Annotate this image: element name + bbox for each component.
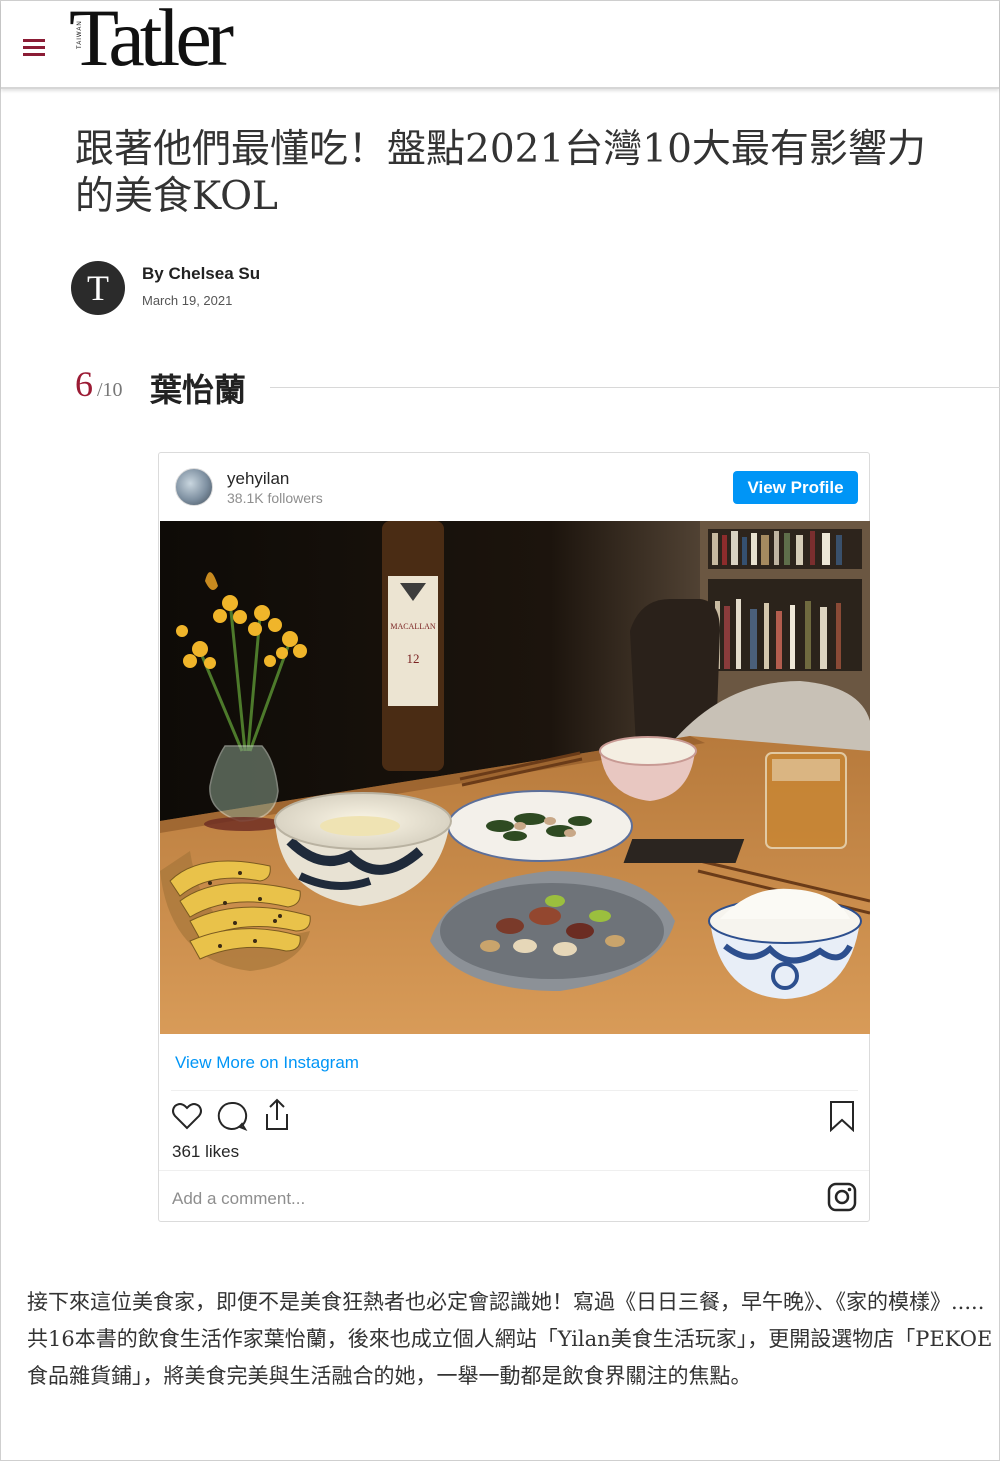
instagram-photo[interactable]: MACALLAN 12 — [160, 521, 870, 1034]
view-more-instagram-link[interactable]: View More on Instagram — [175, 1053, 359, 1073]
article-title: 跟著他們最懂吃！盤點2021台灣10大最有影響力的美食KOL — [75, 127, 926, 219]
instagram-logo-icon[interactable] — [827, 1182, 857, 1212]
article-paragraph: 接下來這位美食家，即便不是美食狂熱者也必定會認識她！寫過《日日三餐，早午晚》、《… — [27, 1290, 993, 1388]
author-avatar[interactable]: T — [71, 261, 125, 315]
site-header: Tatler TAIWAN — [1, 0, 999, 89]
menu-icon[interactable] — [23, 39, 47, 57]
bottle-age-label: 12 — [407, 651, 420, 666]
instagram-actions — [171, 1098, 861, 1134]
section-divider — [270, 387, 1000, 388]
bookmark-icon[interactable] — [829, 1100, 855, 1132]
view-profile-button[interactable]: View Profile — [733, 471, 858, 504]
share-icon[interactable] — [261, 1098, 293, 1132]
bottle-brand-label: MACALLAN — [390, 622, 436, 631]
section-heading: 葉怡蘭 — [150, 371, 247, 409]
section-total: /10 — [97, 379, 123, 401]
heart-icon[interactable] — [171, 1100, 203, 1132]
instagram-likes: 361 likes — [172, 1142, 240, 1161]
instagram-divider-bottom — [159, 1170, 869, 1171]
comment-icon[interactable] — [216, 1100, 248, 1132]
logo-subtitle: TAIWAN — [77, 20, 83, 49]
instagram-username[interactable]: yehyilan — [227, 469, 289, 489]
section-number: 6 — [75, 364, 93, 404]
instagram-divider — [171, 1090, 858, 1091]
publish-date: March 19, 2021 — [142, 293, 233, 308]
instagram-avatar[interactable] — [175, 468, 213, 506]
tatler-logo[interactable]: Tatler TAIWAN — [69, 0, 234, 85]
instagram-embed: yehyilan 38.1K followers View Profile MA… — [158, 452, 870, 1222]
logo-text: Tatler — [69, 0, 234, 83]
add-comment-input[interactable]: Add a comment... — [172, 1189, 305, 1209]
instagram-followers: 38.1K followers — [227, 490, 323, 506]
author-byline[interactable]: By Chelsea Su — [142, 264, 260, 284]
